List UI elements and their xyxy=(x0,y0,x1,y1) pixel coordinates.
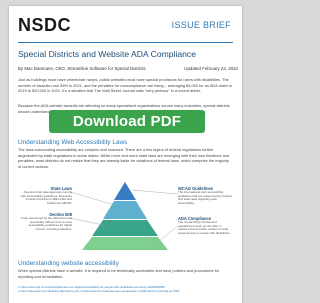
document-title: Special Districts and Website ADA Compli… xyxy=(18,49,197,59)
section-heading-laws: Understanding Web Accessibility Laws xyxy=(18,139,128,146)
document-header: NSDC ISSUE BRIEF xyxy=(9,6,242,44)
document-page: NSDC ISSUE BRIEF Special Districts and W… xyxy=(9,6,242,303)
wcag-desc: The international web accessibility guid… xyxy=(178,190,232,206)
byline: By Mac Danmann, CEO, Streamline Software… xyxy=(18,66,238,71)
updated-date: Updated February 24, 2022 xyxy=(184,66,238,71)
footnotes: 1 https://www.wsj.com/articles/lawsuits-… xyxy=(18,285,236,293)
author-line: By Mac Danmann, CEO, Streamline Software… xyxy=(18,66,146,71)
issue-brief-label: ISSUE BRIEF xyxy=(171,20,231,30)
pyramid-tier-wcag xyxy=(114,182,136,200)
intro-paragraph: Just as buildings must have wheelchair r… xyxy=(18,77,232,94)
state-laws-callout: State Laws Requires that state agencies … xyxy=(20,186,72,206)
pyramid-tier-section508 xyxy=(92,220,158,236)
laws-paragraph: The laws surrounding accessibility are c… xyxy=(18,147,230,169)
header-divider xyxy=(18,42,233,43)
nsdc-logo: NSDC xyxy=(18,15,72,35)
section508-desc: A law referenced by the ADA that most sp… xyxy=(20,216,72,232)
section-heading-accessibility: Understanding website accessibility xyxy=(18,260,119,267)
footnote-2[interactable]: 2 https://abc.adax.com/disability-lawsui… xyxy=(18,289,236,293)
ada-callout: ADA Compliance The overarching civil law… xyxy=(178,216,232,236)
accessibility-paragraph: When special districts have a website, i… xyxy=(18,268,220,279)
law-pyramid-diagram: State Laws Requires that state agencies … xyxy=(18,180,233,252)
wcag-callout: WCAG Guidelines The international web ac… xyxy=(178,186,232,206)
download-pdf-button[interactable]: Download PDF xyxy=(49,110,205,133)
section508-callout: Section 508 A law referenced by the ADA … xyxy=(20,212,72,232)
state-laws-desc: Requires that state agencies comply with… xyxy=(20,190,72,206)
ada-desc: The overarching civil law and regulation… xyxy=(178,220,231,236)
pyramid-tier-ada xyxy=(82,237,168,250)
